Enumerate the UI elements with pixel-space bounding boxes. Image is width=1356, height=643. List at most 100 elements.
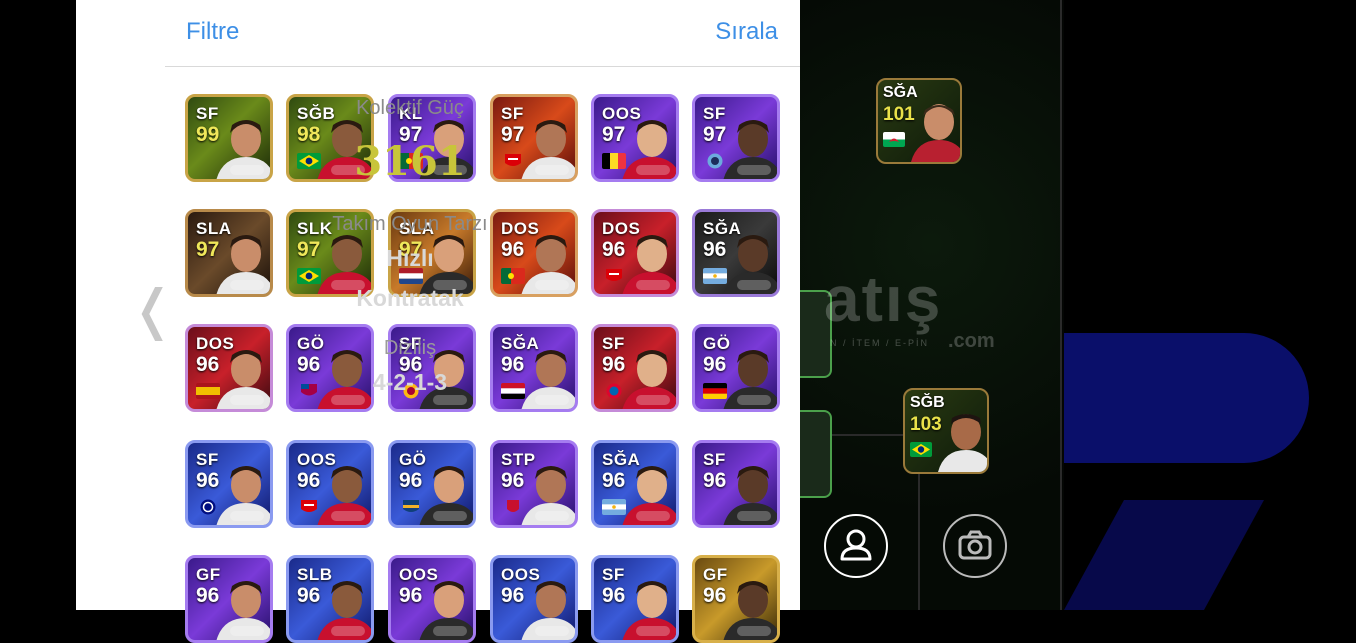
collective-power-value: 3161 bbox=[354, 138, 466, 185]
left-margin bbox=[0, 0, 76, 610]
chevron-left-icon[interactable]: ❬ bbox=[130, 280, 175, 340]
profile-button[interactable] bbox=[824, 514, 888, 578]
camera-icon bbox=[958, 530, 992, 560]
mancity-flag-icon bbox=[707, 153, 723, 169]
player-card[interactable]: GF 96 bbox=[692, 555, 780, 643]
player-position: GF bbox=[703, 565, 728, 584]
player-card[interactable]: SĞA 96 bbox=[591, 440, 679, 528]
decorative-shape bbox=[1064, 333, 1309, 463]
card-badge bbox=[636, 395, 670, 405]
player-portrait bbox=[938, 414, 987, 472]
boca-flag-icon bbox=[403, 500, 419, 512]
player-card[interactable]: OOS 96 bbox=[286, 440, 374, 528]
player-card[interactable]: DOS 96 bbox=[185, 324, 273, 412]
argentina-flag-icon bbox=[703, 268, 727, 284]
liverpool-flag-icon bbox=[507, 500, 519, 512]
card-badge bbox=[636, 626, 670, 636]
player-position: STP bbox=[501, 450, 536, 469]
player-rating: 96 bbox=[297, 469, 321, 492]
player-position: SĞA bbox=[602, 450, 641, 469]
collective-power-label: Kolektif Güç bbox=[356, 97, 464, 119]
filter-button[interactable]: Filtre bbox=[186, 18, 239, 46]
team-style-label: Takım Oyun Tarzı bbox=[332, 213, 488, 235]
inter-flag-icon bbox=[200, 499, 216, 515]
player-card[interactable]: SF 96 bbox=[185, 440, 273, 528]
wales-flag-icon bbox=[883, 132, 905, 147]
player-position: SĞA bbox=[883, 84, 918, 101]
player-card[interactable]: SLA 97 bbox=[185, 209, 273, 297]
player-card[interactable]: SĞA 96 bbox=[692, 209, 780, 297]
player-position: SF bbox=[602, 334, 625, 353]
card-badge bbox=[636, 280, 670, 290]
player-position: SĞA bbox=[703, 219, 742, 238]
card-badge bbox=[230, 511, 264, 521]
player-position: GÖ bbox=[399, 450, 427, 469]
player-rating: 96 bbox=[501, 469, 525, 492]
player-rating: 96 bbox=[196, 584, 220, 607]
card-badge bbox=[737, 165, 771, 175]
card-badge bbox=[433, 395, 467, 405]
player-rating: 96 bbox=[297, 584, 321, 607]
player-rating: 96 bbox=[399, 469, 423, 492]
player-card[interactable]: GÖ 96 bbox=[692, 324, 780, 412]
player-position: SF bbox=[196, 450, 219, 469]
sort-button[interactable]: Sırala bbox=[715, 18, 778, 46]
player-position: OOS bbox=[399, 565, 439, 584]
player-rating: 96 bbox=[501, 584, 525, 607]
watermark-suffix: .com bbox=[948, 330, 995, 352]
player-rating: 96 bbox=[196, 353, 220, 376]
player-card[interactable]: SF 96 bbox=[591, 555, 679, 643]
pitch-player-card[interactable]: SĞA 101 bbox=[876, 78, 962, 164]
card-badge bbox=[636, 165, 670, 175]
formation-value: 4-2-1-3 bbox=[372, 369, 448, 395]
player-rating: 101 bbox=[883, 104, 915, 125]
player-rating: 96 bbox=[602, 353, 626, 376]
player-card[interactable]: SF 99 bbox=[185, 94, 273, 182]
player-card[interactable]: OOS 96 bbox=[490, 555, 578, 643]
pitch-player-card-partial[interactable] bbox=[800, 410, 832, 498]
card-badge bbox=[433, 511, 467, 521]
player-position: SF bbox=[602, 565, 625, 584]
camera-button[interactable] bbox=[943, 514, 1007, 578]
card-badge bbox=[535, 626, 569, 636]
card-badge bbox=[433, 626, 467, 636]
spain-flag-icon bbox=[196, 383, 220, 399]
player-card[interactable]: GÖ 96 bbox=[388, 440, 476, 528]
player-position: SLB bbox=[297, 565, 333, 584]
pitch-player-card[interactable]: SĞB 103 bbox=[903, 388, 989, 474]
player-position: DOS bbox=[602, 219, 641, 238]
player-card[interactable]: OOS 97 bbox=[591, 94, 679, 182]
formation-label: Diziliş bbox=[383, 337, 437, 359]
player-card[interactable]: DOS 96 bbox=[591, 209, 679, 297]
squad-view: SĞA 101 SĞB 103 atış N / İTEM / E-PİN .c… bbox=[800, 0, 1356, 610]
player-position: SF bbox=[703, 450, 726, 469]
player-rating: 96 bbox=[703, 584, 727, 607]
player-card[interactable]: SLB 96 bbox=[286, 555, 374, 643]
player-rating: 96 bbox=[703, 353, 727, 376]
arsenal-flag-icon bbox=[301, 500, 317, 512]
brazil-flag-icon bbox=[910, 442, 932, 457]
player-rating: 96 bbox=[703, 469, 727, 492]
player-card[interactable]: SF 96 bbox=[692, 440, 780, 528]
player-position: DOS bbox=[196, 334, 235, 353]
player-position: SF bbox=[196, 104, 219, 123]
card-badge bbox=[737, 280, 771, 290]
arsenal-flag-icon bbox=[606, 269, 622, 281]
germany-flag-icon bbox=[703, 383, 727, 399]
player-card[interactable]: GF 96 bbox=[185, 555, 273, 643]
pitch-line bbox=[1060, 0, 1062, 610]
player-position: SLA bbox=[196, 219, 232, 238]
player-card[interactable]: OOS 96 bbox=[388, 555, 476, 643]
player-card[interactable]: SF 97 bbox=[692, 94, 780, 182]
card-badge bbox=[230, 280, 264, 290]
player-position: GF bbox=[196, 565, 221, 584]
player-position: OOS bbox=[602, 104, 642, 123]
argentina-flag-icon bbox=[602, 499, 626, 515]
player-position: OOS bbox=[501, 565, 541, 584]
player-card[interactable]: SF 96 bbox=[591, 324, 679, 412]
card-badge bbox=[331, 626, 365, 636]
player-card[interactable]: STP 96 bbox=[490, 440, 578, 528]
card-badge bbox=[636, 511, 670, 521]
card-badge bbox=[737, 395, 771, 405]
watermark-subtext: N / İTEM / E-PİN bbox=[830, 338, 930, 348]
